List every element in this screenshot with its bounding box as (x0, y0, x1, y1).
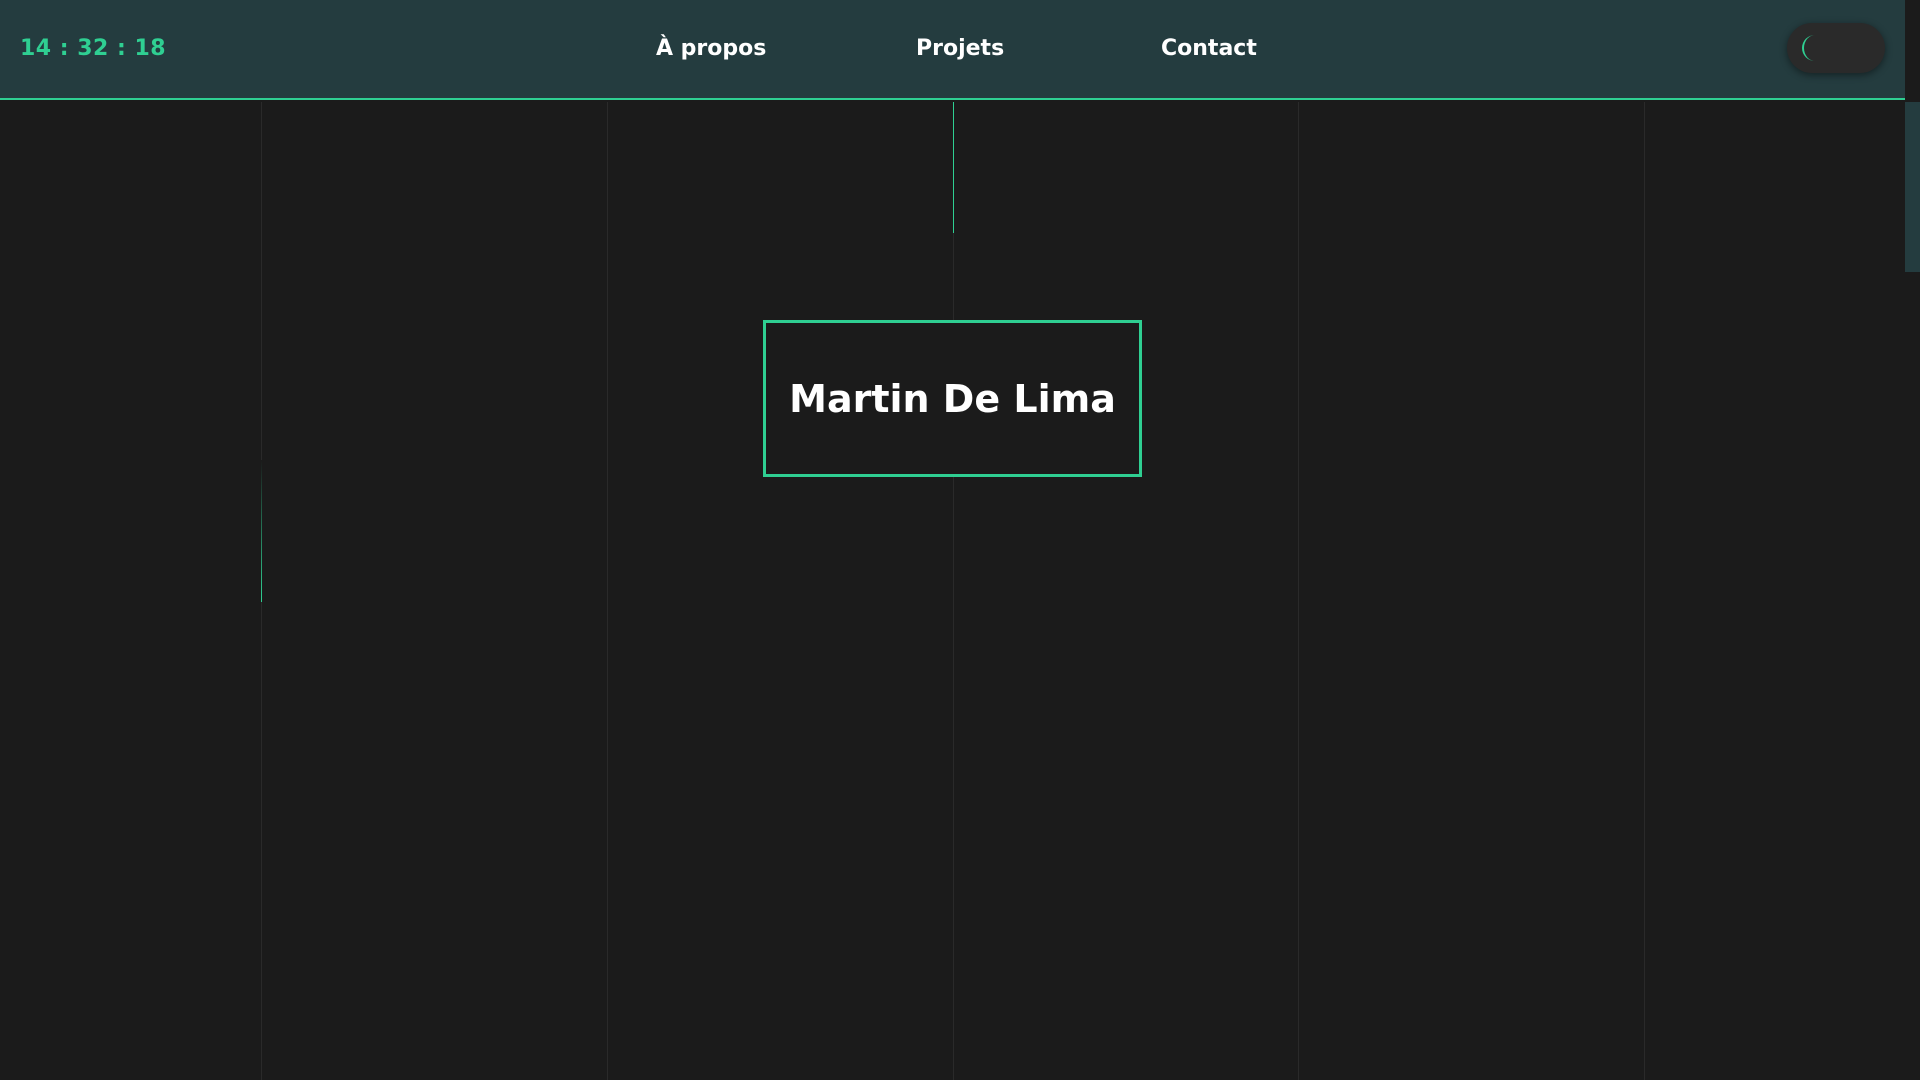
grid-line (607, 102, 608, 1080)
clock-display: 14 : 32 : 18 (20, 36, 167, 61)
nav-link-contact[interactable]: Contact (1161, 36, 1257, 61)
grid-line (953, 102, 954, 1080)
grid-line (1644, 102, 1645, 1080)
top-navbar: 14 : 32 : 18 À propos Projets Contact (0, 0, 1905, 100)
theme-toggle[interactable] (1787, 23, 1885, 73)
hero-name-box: Martin De Lima (763, 320, 1142, 477)
moon-icon (1802, 35, 1815, 61)
nav-link-about[interactable]: À propos (656, 36, 766, 61)
grid-accent-streak (261, 460, 262, 602)
hero-name: Martin De Lima (789, 376, 1116, 421)
grid-accent-streak (953, 102, 954, 233)
grid-line (1298, 102, 1299, 1080)
nav-link-projects[interactable]: Projets (916, 36, 1004, 61)
page: 14 : 32 : 18 À propos Projets Contact Ma… (0, 0, 1920, 1080)
scrollbar-thumb[interactable] (1905, 102, 1920, 272)
